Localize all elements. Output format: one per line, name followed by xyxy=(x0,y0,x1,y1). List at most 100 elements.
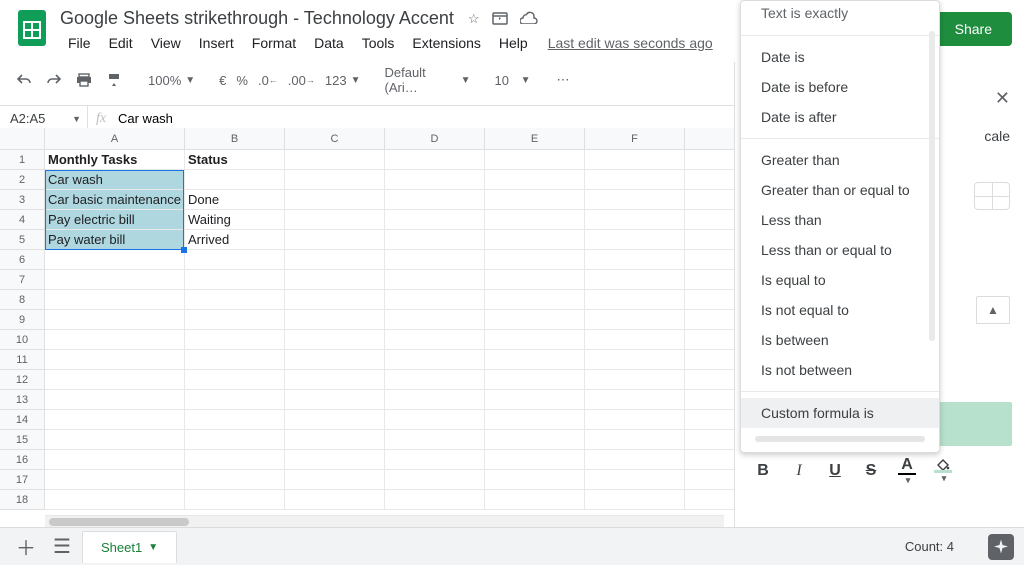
cell-D4[interactable] xyxy=(385,210,485,230)
cell-F7[interactable] xyxy=(585,270,685,290)
cell-B11[interactable] xyxy=(185,350,285,370)
row-header-5[interactable]: 5 xyxy=(0,230,45,250)
column-header-D[interactable]: D xyxy=(385,128,485,150)
sheet-tab-menu-icon[interactable]: ▼ xyxy=(148,542,158,553)
cell-A9[interactable] xyxy=(45,310,185,330)
menu-file[interactable]: File xyxy=(60,31,99,55)
cell-B18[interactable] xyxy=(185,490,285,510)
cell-D14[interactable] xyxy=(385,410,485,430)
move-icon[interactable] xyxy=(492,11,508,27)
print-button[interactable] xyxy=(72,69,96,91)
close-icon[interactable]: ✕ xyxy=(995,88,1010,109)
cell-F10[interactable] xyxy=(585,330,685,350)
row-header-2[interactable]: 2 xyxy=(0,170,45,190)
column-header-B[interactable]: B xyxy=(185,128,285,150)
cell-C4[interactable] xyxy=(285,210,385,230)
cell-B14[interactable] xyxy=(185,410,285,430)
cell-C1[interactable] xyxy=(285,150,385,170)
column-header-E[interactable]: E xyxy=(485,128,585,150)
paint-format-button[interactable] xyxy=(102,68,126,92)
cell-F4[interactable] xyxy=(585,210,685,230)
cell-E9[interactable] xyxy=(485,310,585,330)
format-rule-dropdown-arrow[interactable]: ▲ xyxy=(976,296,1010,324)
cell-E18[interactable] xyxy=(485,490,585,510)
row-header-18[interactable]: 18 xyxy=(0,490,45,510)
text-color-button[interactable]: A▾ xyxy=(891,456,923,486)
cell-E8[interactable] xyxy=(485,290,585,310)
row-header-1[interactable]: 1 xyxy=(0,150,45,170)
dropdown-item[interactable]: Is between xyxy=(741,325,939,355)
cell-A14[interactable] xyxy=(45,410,185,430)
row-header-4[interactable]: 4 xyxy=(0,210,45,230)
cell-F12[interactable] xyxy=(585,370,685,390)
dropdown-item[interactable]: Date is before xyxy=(741,72,939,102)
cell-E3[interactable] xyxy=(485,190,585,210)
fill-color-button[interactable]: ▾ xyxy=(927,456,959,486)
row-header-17[interactable]: 17 xyxy=(0,470,45,490)
share-button[interactable]: Share xyxy=(935,12,1012,46)
horizontal-scrollbar[interactable] xyxy=(45,515,724,527)
cell-A3[interactable]: Car basic maintenance xyxy=(45,190,185,210)
cell-B13[interactable] xyxy=(185,390,285,410)
menu-data[interactable]: Data xyxy=(306,31,352,55)
cell-A15[interactable] xyxy=(45,430,185,450)
cell-C15[interactable] xyxy=(285,430,385,450)
cell-C6[interactable] xyxy=(285,250,385,270)
cell-D7[interactable] xyxy=(385,270,485,290)
cell-A12[interactable] xyxy=(45,370,185,390)
cell-D18[interactable] xyxy=(385,490,485,510)
increase-decimal-button[interactable]: .00→ xyxy=(286,69,317,92)
menu-help[interactable]: Help xyxy=(491,31,536,55)
cell-E12[interactable] xyxy=(485,370,585,390)
row-header-11[interactable]: 11 xyxy=(0,350,45,370)
cell-F15[interactable] xyxy=(585,430,685,450)
cell-E11[interactable] xyxy=(485,350,585,370)
font-size-select[interactable]: 10▼ xyxy=(492,69,532,92)
cell-B10[interactable] xyxy=(185,330,285,350)
cell-C3[interactable] xyxy=(285,190,385,210)
star-icon[interactable]: ☆ xyxy=(468,11,480,27)
dropdown-item[interactable]: Is not equal to xyxy=(741,295,939,325)
selection-count[interactable]: Count: 4 xyxy=(905,539,954,554)
cell-B12[interactable] xyxy=(185,370,285,390)
cell-F6[interactable] xyxy=(585,250,685,270)
dropdown-item[interactable]: Date is after xyxy=(741,102,939,132)
cell-C5[interactable] xyxy=(285,230,385,250)
cell-F13[interactable] xyxy=(585,390,685,410)
column-header-A[interactable]: A xyxy=(45,128,185,150)
dropdown-item[interactable]: Is not between xyxy=(741,355,939,385)
menu-tools[interactable]: Tools xyxy=(354,31,403,55)
cell-F2[interactable] xyxy=(585,170,685,190)
cell-B8[interactable] xyxy=(185,290,285,310)
row-header-16[interactable]: 16 xyxy=(0,450,45,470)
strikethrough-button[interactable]: S xyxy=(855,456,887,486)
cell-A2[interactable]: Car wash xyxy=(45,170,185,190)
cell-F9[interactable] xyxy=(585,310,685,330)
cell-E17[interactable] xyxy=(485,470,585,490)
cell-D8[interactable] xyxy=(385,290,485,310)
row-header-12[interactable]: 12 xyxy=(0,370,45,390)
cell-B17[interactable] xyxy=(185,470,285,490)
cell-D15[interactable] xyxy=(385,430,485,450)
cell-D12[interactable] xyxy=(385,370,485,390)
last-edit-link[interactable]: Last edit was seconds ago xyxy=(548,35,713,51)
cell-F3[interactable] xyxy=(585,190,685,210)
cell-A16[interactable] xyxy=(45,450,185,470)
cell-C9[interactable] xyxy=(285,310,385,330)
bold-button[interactable]: B xyxy=(747,456,779,486)
cell-F5[interactable] xyxy=(585,230,685,250)
menu-view[interactable]: View xyxy=(143,31,189,55)
redo-button[interactable] xyxy=(42,69,66,91)
cell-C11[interactable] xyxy=(285,350,385,370)
row-header-6[interactable]: 6 xyxy=(0,250,45,270)
cloud-icon[interactable] xyxy=(520,11,538,27)
cell-C12[interactable] xyxy=(285,370,385,390)
cell-C10[interactable] xyxy=(285,330,385,350)
font-select[interactable]: Default (Ari…▼ xyxy=(382,61,472,99)
cell-A17[interactable] xyxy=(45,470,185,490)
cell-D9[interactable] xyxy=(385,310,485,330)
cell-F8[interactable] xyxy=(585,290,685,310)
cell-B5[interactable]: Arrived xyxy=(185,230,285,250)
cell-C2[interactable] xyxy=(285,170,385,190)
cell-E1[interactable] xyxy=(485,150,585,170)
